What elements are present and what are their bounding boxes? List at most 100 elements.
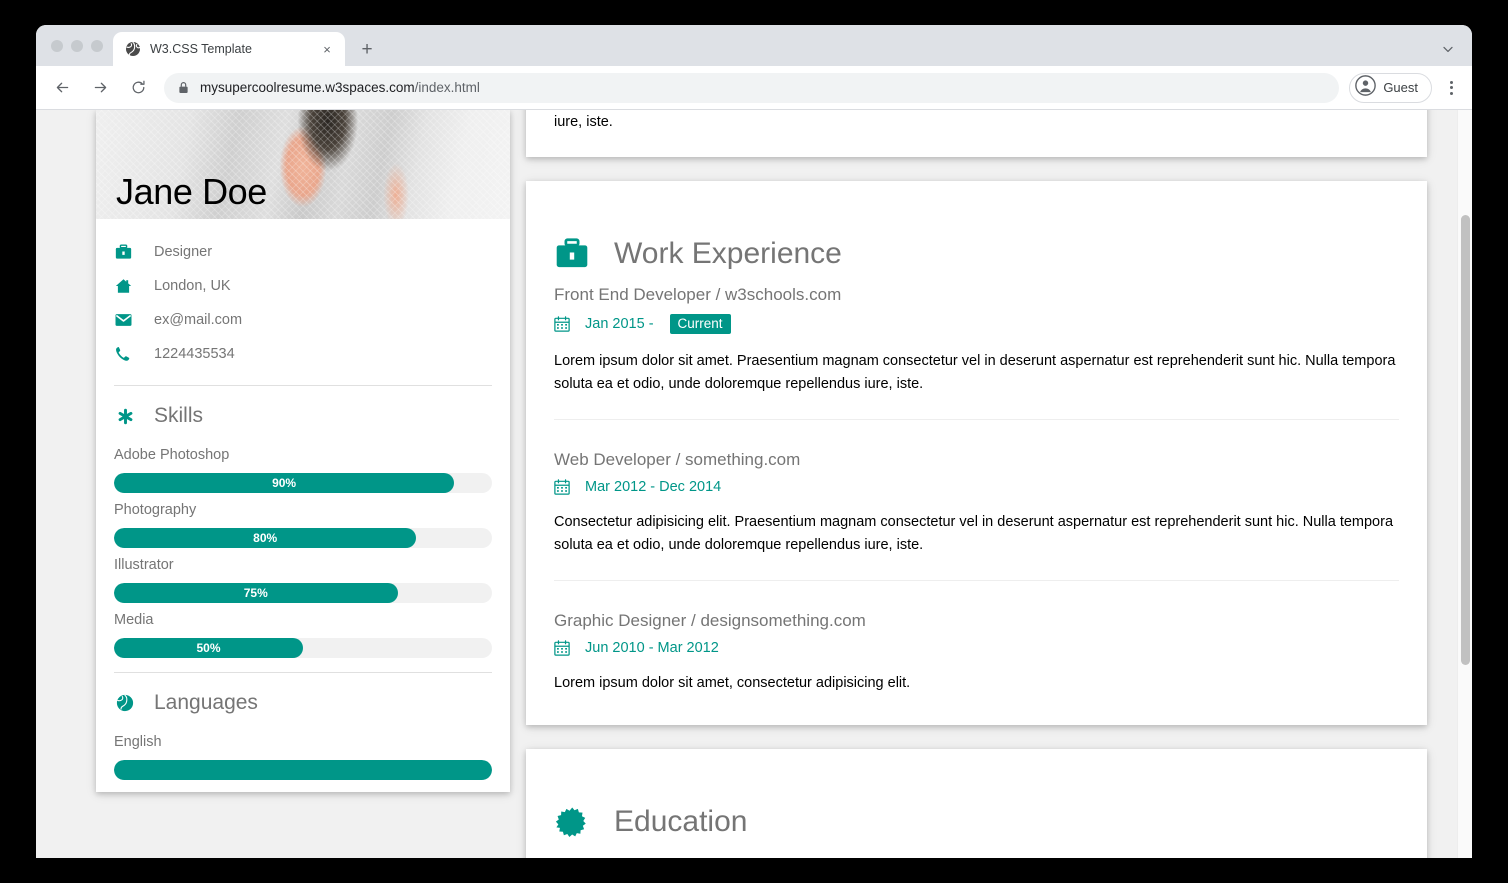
envelope-icon — [114, 313, 132, 327]
language-progress-track — [114, 760, 492, 780]
skills-title: Skills — [154, 404, 203, 428]
close-tab-button[interactable]: × — [318, 40, 336, 58]
skill-row: Media 50% — [114, 603, 492, 658]
education-body: Education — [526, 749, 1427, 858]
language-progress-fill — [114, 760, 492, 780]
page-scrollbar[interactable] — [1457, 110, 1472, 858]
starburst-icon — [554, 805, 590, 839]
resume-page: Jane Doe — [36, 110, 1472, 858]
maximize-window-button[interactable] — [91, 40, 103, 52]
job-date-text: Jun 2010 - Mar 2012 — [585, 640, 719, 656]
contact-text: London, UK — [154, 278, 231, 294]
education-header: Education — [554, 775, 1399, 847]
about-card: consectetur vel in deserunt aspernatur e… — [526, 110, 1427, 157]
skill-progress-track: 90% — [114, 473, 492, 493]
asterisk-icon — [114, 407, 136, 426]
job-title: Web Developer / something.com — [554, 450, 1399, 479]
contact-text: 1224435534 — [154, 346, 235, 362]
job-date-text: Mar 2012 - Dec 2014 — [585, 479, 721, 495]
main-column: consectetur vel in deserunt aspernatur e… — [510, 110, 1472, 858]
skill-progress-track: 75% — [114, 583, 492, 603]
skill-progress-fill: 80% — [114, 528, 416, 548]
skill-progress-fill: 50% — [114, 638, 303, 658]
job-date-row: Jan 2015 - Current — [554, 314, 1399, 350]
back-button[interactable] — [47, 73, 77, 103]
new-tab-button[interactable]: + — [353, 35, 381, 63]
reload-button[interactable] — [123, 73, 153, 103]
skill-progress-fill: 75% — [114, 583, 398, 603]
kebab-menu-icon[interactable] — [1438, 73, 1464, 103]
skill-row: Photography 80% — [114, 493, 492, 548]
contact-text: ex@mail.com — [154, 312, 242, 328]
profile-name: Guest — [1383, 80, 1418, 95]
calendar-icon — [554, 316, 571, 332]
close-window-button[interactable] — [51, 40, 63, 52]
chevron-down-icon[interactable] — [1434, 35, 1462, 63]
scrollbar-thumb[interactable] — [1461, 215, 1470, 665]
profile-card: Jane Doe — [96, 110, 510, 792]
skill-label: Media — [114, 603, 492, 638]
briefcase-icon — [554, 238, 590, 269]
about-text: consectetur vel in deserunt aspernatur e… — [554, 110, 1399, 135]
url-path: /index.html — [415, 80, 480, 95]
skill-row: Illustrator 75% — [114, 548, 492, 603]
url-text: mysupercoolresume.w3spaces.com/index.htm… — [200, 80, 480, 95]
job-description: Consectetur adipisicing elit. Praesentiu… — [554, 511, 1399, 558]
url-domain: mysupercoolresume.w3spaces.com — [200, 80, 415, 95]
skill-row: Adobe Photoshop 90% — [114, 438, 492, 493]
contact-item-email: ex@mail.com — [114, 303, 492, 337]
forward-button[interactable] — [85, 73, 115, 103]
language-row: English — [114, 725, 492, 780]
sidebar-body: Designer London, UK — [96, 219, 510, 792]
education-title: Education — [614, 805, 747, 839]
job-entry: Front End Developer / w3schools.com — [554, 279, 1399, 397]
job-date-row: Mar 2012 - Dec 2014 — [554, 479, 1399, 511]
globe-icon — [125, 41, 141, 57]
skill-label: Adobe Photoshop — [114, 438, 492, 473]
skills-section-header: Skills — [114, 386, 492, 438]
job-description: Lorem ipsum dolor sit amet. Praesentium … — [554, 350, 1399, 397]
language-label: English — [114, 725, 492, 760]
languages-title: Languages — [154, 691, 258, 715]
work-experience-header: Work Experience — [554, 207, 1399, 279]
window-controls — [47, 25, 113, 66]
work-experience-title: Work Experience — [614, 237, 842, 271]
job-divider — [554, 580, 1399, 581]
profile-name-heading: Jane Doe — [116, 171, 267, 213]
page-viewport: Jane Doe — [36, 110, 1472, 858]
tab-title: W3.CSS Template — [150, 42, 309, 56]
calendar-icon — [554, 640, 571, 656]
languages-section-header: Languages — [114, 673, 492, 725]
about-card-body: consectetur vel in deserunt aspernatur e… — [526, 110, 1427, 157]
job-title: Graphic Designer / designsomething.com — [554, 611, 1399, 640]
skill-progress-fill: 90% — [114, 473, 454, 493]
browser-window: W3.CSS Template × + — [36, 25, 1472, 858]
address-bar[interactable]: mysupercoolresume.w3spaces.com/index.htm… — [164, 73, 1339, 103]
contact-list: Designer London, UK — [114, 235, 492, 371]
minimize-window-button[interactable] — [71, 40, 83, 52]
contact-text: Designer — [154, 244, 212, 260]
tab-strip: W3.CSS Template × + — [36, 25, 1472, 66]
globe-icon — [114, 694, 136, 712]
job-divider — [554, 419, 1399, 420]
profile-header: Jane Doe — [96, 110, 510, 219]
job-entry: Graphic Designer / designsomething.com — [554, 605, 1399, 695]
contact-item-role: Designer — [114, 235, 492, 269]
browser-tab[interactable]: W3.CSS Template × — [113, 32, 345, 66]
job-entry: Web Developer / something.com — [554, 444, 1399, 558]
calendar-icon — [554, 479, 571, 495]
job-date-text: Jan 2015 - — [585, 316, 654, 332]
job-title: Front End Developer / w3schools.com — [554, 285, 1399, 314]
skill-label: Illustrator — [114, 548, 492, 583]
browser-toolbar: mysupercoolresume.w3spaces.com/index.htm… — [36, 66, 1472, 110]
sidebar-column: Jane Doe — [36, 110, 510, 858]
job-date-row: Jun 2010 - Mar 2012 — [554, 640, 1399, 672]
home-icon — [114, 278, 132, 294]
person-icon — [1355, 75, 1376, 101]
skill-label: Photography — [114, 493, 492, 528]
work-experience-body: Work Experience Front End Developer / w3… — [526, 181, 1427, 725]
profile-button[interactable]: Guest — [1349, 73, 1432, 103]
briefcase-icon — [114, 244, 132, 260]
skill-progress-track: 50% — [114, 638, 492, 658]
contact-item-location: London, UK — [114, 269, 492, 303]
